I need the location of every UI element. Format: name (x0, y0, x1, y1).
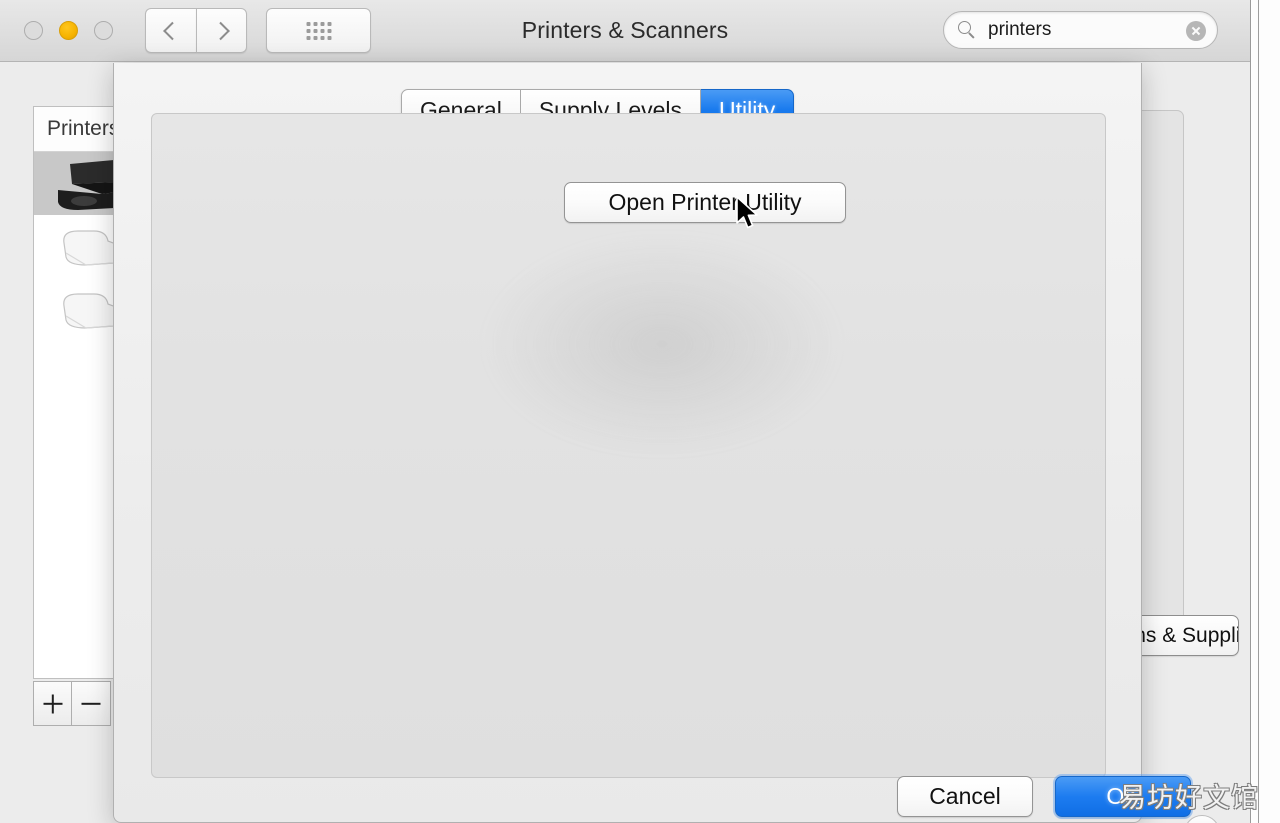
printer-options-sheet: General Supply Levels Utility Open Print… (113, 63, 1191, 823)
system-preferences-window: Printers & Scanners Printers (0, 0, 1251, 823)
screen-edge-divider (1258, 0, 1259, 823)
open-printer-utility-button[interactable]: Open Printer Utility (564, 182, 846, 223)
watermark-text: 易坊好文馆 (1119, 783, 1259, 814)
screen: Printers & Scanners Printers (0, 0, 1280, 823)
search-field[interactable] (943, 11, 1218, 49)
minus-icon (81, 702, 101, 705)
search-icon (958, 21, 977, 40)
search-input[interactable] (988, 12, 1178, 48)
remove-printer-button[interactable] (72, 681, 111, 726)
window-right-gutter (1251, 0, 1280, 823)
clear-icon[interactable] (1186, 21, 1206, 41)
window-titlebar: Printers & Scanners (0, 0, 1250, 62)
add-remove-printer-controls (33, 681, 111, 726)
panel-blur-artifact (482, 234, 842, 454)
add-printer-button[interactable] (33, 681, 72, 726)
cancel-button[interactable]: Cancel (897, 776, 1033, 817)
help-button[interactable]: ? (1184, 815, 1220, 823)
